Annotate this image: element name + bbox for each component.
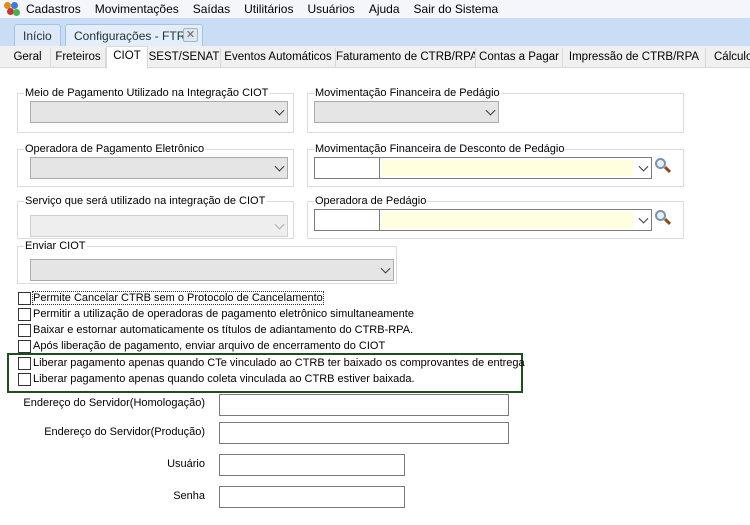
operadora-pedagio-select[interactable] [379, 209, 652, 231]
tab-inicio[interactable]: Início [14, 24, 61, 46]
menu-cadastros[interactable]: Cadastros [26, 2, 81, 16]
menu-usuarios[interactable]: Usuários [307, 2, 354, 16]
mov-pedagio-select[interactable] [314, 101, 499, 123]
producao-label: Endereço do Servidor(Produção) [44, 426, 205, 438]
checkbox-label[interactable]: Permite Cancelar CTRB sem o Protocolo de… [32, 291, 324, 305]
tab-configuracoes-label: Configurações - FTR [74, 29, 186, 43]
senha-input[interactable] [219, 486, 405, 508]
enviar-ciot-select[interactable] [30, 259, 394, 281]
tab-sest-senat[interactable]: SEST/SENAT [148, 48, 221, 68]
group-label: Serviço que será utilizado na integração… [24, 195, 267, 207]
homologacao-label: Endereço do Servidor(Homologação) [23, 397, 205, 409]
chevron-down-icon [274, 105, 285, 116]
checkbox-liberar-coleta[interactable] [18, 373, 31, 386]
checkbox-encerramento-ciot[interactable] [18, 340, 31, 353]
group-label: Movimentação Financeira de Desconto de P… [314, 143, 566, 155]
tab-calculo[interactable]: Cálculo [706, 48, 750, 68]
usuario-input[interactable] [219, 454, 405, 476]
operadora-pedagio-code-input[interactable] [314, 209, 380, 231]
group-mov-pedagio: Movimentação Financeira de Pedágio [307, 87, 684, 133]
tab-eventos-automaticos[interactable]: Eventos Automáticos [221, 48, 336, 68]
group-meio-pagamento: Meio de Pagamento Utilizado na Integraçã… [17, 87, 294, 133]
checkbox-operadoras-simultaneas[interactable] [18, 308, 31, 321]
meio-pagamento-select[interactable] [30, 101, 288, 123]
tab-impressao[interactable]: Impressão de CTRB/RPA [563, 48, 706, 68]
menu-movimentacoes[interactable]: Movimentações [95, 2, 179, 16]
group-label: Operadora de Pagamento Eletrônico [24, 143, 206, 155]
servico-select[interactable] [30, 215, 288, 237]
tab-ciot[interactable]: CIOT [106, 46, 148, 69]
chevron-down-icon [638, 213, 649, 224]
window-tab-strip: Início Configurações - FTR ✕ [0, 18, 750, 46]
menu-sair[interactable]: Sair do Sistema [414, 2, 499, 16]
close-tab-icon[interactable]: ✕ [183, 28, 198, 42]
group-enviar-ciot: Enviar CIOT [17, 240, 397, 284]
tab-contas-pagar[interactable]: Contas a Pagar [476, 48, 563, 68]
tab-inicio-label: Início [23, 29, 52, 43]
checkbox-label[interactable]: Liberar pagamento apenas quando CTe vinc… [33, 357, 525, 369]
checkbox-cancelar-ctrb[interactable] [18, 292, 31, 305]
producao-input[interactable] [219, 422, 509, 444]
group-label: Enviar CIOT [24, 240, 87, 252]
tab-configuracoes[interactable]: Configurações - FTR ✕ [65, 24, 203, 46]
senha-label: Senha [173, 490, 205, 502]
chevron-down-icon [274, 219, 285, 230]
group-operadora-pedagio: Operadora de Pedágio [307, 195, 684, 239]
group-servico: Serviço que será utilizado na integração… [17, 195, 294, 239]
menu-utilitarios[interactable]: Utilitários [244, 2, 293, 16]
menu-ajuda[interactable]: Ajuda [369, 2, 400, 16]
app-logo-icon [4, 2, 20, 16]
group-operadora-pagamento: Operadora de Pagamento Eletrônico [17, 143, 294, 187]
menu-saidas[interactable]: Saídas [193, 2, 230, 16]
group-label: Meio de Pagamento Utilizado na Integraçã… [24, 87, 270, 99]
chevron-down-icon [485, 105, 496, 116]
search-icon[interactable] [655, 210, 672, 226]
checkbox-label[interactable]: Baixar e estornar automaticamente os tít… [33, 324, 413, 336]
group-mov-desconto-pedagio: Movimentação Financeira de Desconto de P… [307, 143, 684, 187]
usuario-label: Usuário [167, 458, 205, 470]
tab-geral[interactable]: Geral [5, 48, 51, 68]
homologacao-input[interactable] [219, 394, 509, 416]
chevron-down-icon [380, 263, 391, 274]
chevron-down-icon [274, 161, 285, 172]
search-icon[interactable] [655, 158, 672, 174]
checkbox-label[interactable]: Após liberação de pagamento, enviar arqu… [33, 340, 385, 352]
group-label: Movimentação Financeira de Pedágio [314, 87, 501, 99]
chevron-down-icon [638, 161, 649, 172]
operadora-pagamento-select[interactable] [30, 157, 288, 179]
group-label: Operadora de Pedágio [314, 195, 428, 207]
desconto-pedagio-code-input[interactable] [314, 157, 380, 179]
checkbox-liberar-cte[interactable] [18, 357, 31, 370]
checkbox-label[interactable]: Permitir a utilização de operadoras de p… [33, 308, 414, 320]
settings-tabs: Geral Freteiros CIOT SEST/SENAT Eventos … [0, 46, 750, 69]
desconto-pedagio-select[interactable] [379, 157, 652, 179]
tab-faturamento[interactable]: Faturamento de CTRB/RPA [336, 48, 476, 68]
checkbox-baixar-estornar[interactable] [18, 324, 31, 337]
checkbox-label[interactable]: Liberar pagamento apenas quando coleta v… [33, 373, 415, 385]
tab-freteiros[interactable]: Freteiros [51, 48, 106, 68]
menu-bar: Cadastros Movimentações Saídas Utilitári… [0, 0, 750, 18]
